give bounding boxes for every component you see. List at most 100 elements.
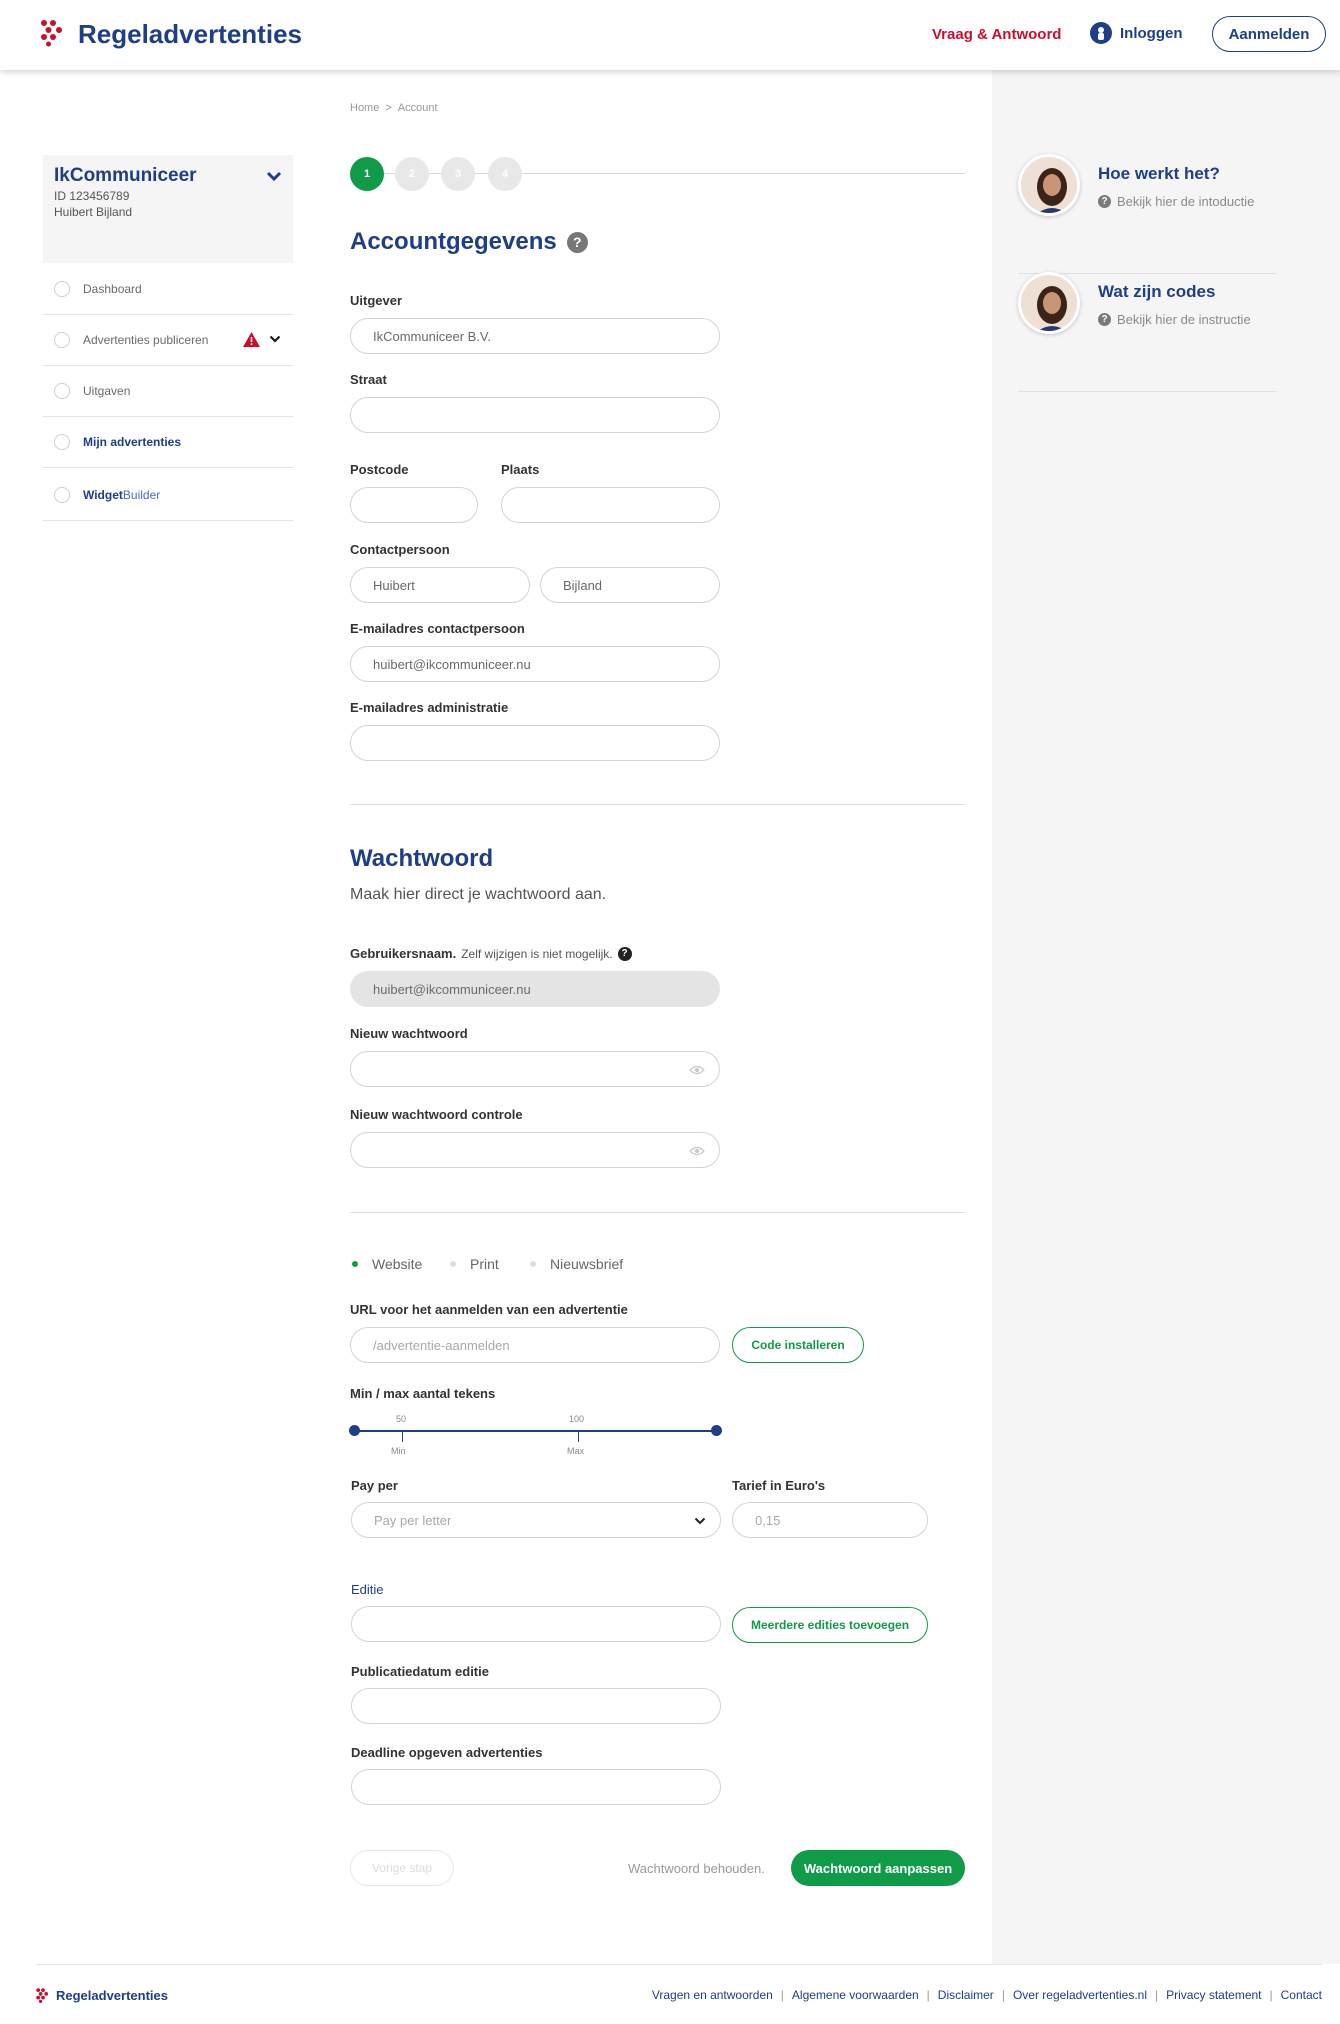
brand-logo[interactable]: Regeladvertenties [40, 18, 310, 50]
add-editions-button[interactable]: Meerdere edities toevoegen [732, 1607, 928, 1643]
rate-input[interactable]: 0,15 [732, 1502, 928, 1538]
slider-end-knob[interactable] [711, 1425, 722, 1436]
channel-option-print[interactable]: Print [448, 1256, 499, 1272]
faq-link[interactable]: Vraag & Antwoord [932, 26, 1061, 43]
help-icon[interactable]: ? [617, 946, 632, 961]
help-card-codes[interactable]: Wat zijn codes ? Bekijk hier de instructi… [1018, 272, 1276, 392]
sidebar-item-expenses[interactable]: Uitgaven [43, 366, 293, 417]
sidebar-item-my-ads[interactable]: Mijn advertenties [43, 417, 293, 468]
new-password-input[interactable] [350, 1051, 720, 1087]
help-card-how[interactable]: Hoe werkt het? ? Bekijk hier de intoducti… [1018, 154, 1276, 274]
brand-name: Regeladvertenties [78, 19, 302, 49]
chevron-down-icon [694, 1517, 706, 1525]
radio-icon [54, 332, 70, 348]
footer-link-privacy[interactable]: Privacy statement [1166, 1988, 1261, 2002]
admin-email-label: E-mailadres administratie [350, 700, 509, 715]
min-value: 50 [396, 1414, 407, 1424]
url-input[interactable]: /advertentie-aanmelden [350, 1327, 720, 1363]
postcode-input[interactable] [350, 487, 478, 523]
slider-start-knob[interactable] [349, 1425, 360, 1436]
pay-per-label: Pay per [351, 1478, 398, 1493]
breadcrumb-separator: > [385, 102, 392, 114]
street-input[interactable] [350, 397, 720, 433]
username-input: huibert@ikcommuniceer.nu [350, 971, 720, 1007]
publisher-label: Uitgever [350, 293, 403, 308]
admin-email-input[interactable] [350, 725, 720, 761]
step-2[interactable]: 2 [395, 157, 429, 191]
help-panel: Hoe werkt het? ? Bekijk hier de intoducti… [992, 70, 1340, 1964]
min-handle[interactable] [402, 1430, 403, 1442]
min-label: Min [391, 1446, 406, 1456]
deadline-input[interactable] [351, 1769, 721, 1805]
radio-icon [54, 487, 70, 503]
radio-selected-icon [350, 1259, 360, 1269]
channel-option-newsletter[interactable]: Nieuwsbrief [528, 1256, 623, 1272]
chars-slider-track[interactable] [354, 1430, 716, 1432]
publisher-input[interactable]: IkCommuniceer B.V. [350, 318, 720, 354]
step-1[interactable]: 1 [350, 157, 384, 191]
footer-link-about[interactable]: Over regeladvertenties.nl [1013, 1988, 1147, 2002]
edition-label: Editie [351, 1582, 384, 1597]
logo-mark-icon [36, 1988, 49, 2003]
city-input[interactable] [501, 487, 720, 523]
contact-lastname-input[interactable]: Bijland [540, 567, 720, 603]
section-divider [350, 1212, 965, 1213]
sidebar-item-label: Mijn advertenties [83, 435, 182, 449]
breadcrumb-home[interactable]: Home [350, 102, 379, 114]
footer-link-disclaimer[interactable]: Disclaimer [938, 1988, 994, 2002]
url-label: URL voor het aanmelden van een advertent… [350, 1302, 628, 1317]
eye-icon[interactable] [689, 1065, 705, 1075]
eye-icon[interactable] [689, 1146, 705, 1156]
max-label: Max [567, 1446, 585, 1456]
help-subtitle: ? Bekijk hier de intoductie [1098, 194, 1254, 209]
pay-per-select[interactable]: Pay per letter [351, 1502, 721, 1538]
change-password-button[interactable]: Wachtwoord aanpassen [791, 1850, 965, 1886]
street-label: Straat [350, 372, 387, 387]
footer-link-terms[interactable]: Algemene voorwaarden [792, 1988, 919, 2002]
step-4[interactable]: 4 [488, 157, 522, 191]
breadcrumb: Home > Account [350, 102, 438, 114]
account-switcher[interactable]: IkCommuniceer ID 123456789 Huibert Bijla… [43, 155, 293, 263]
edition-input[interactable] [351, 1606, 721, 1642]
sidebar-item-label: Uitgaven [83, 384, 131, 398]
max-handle[interactable] [578, 1430, 579, 1442]
channel-option-website[interactable]: Website [350, 1256, 422, 1272]
login-link[interactable]: Inloggen [1090, 22, 1183, 44]
sidebar-item-label: Advertenties publiceren [83, 333, 209, 347]
contact-label: Contactpersoon [350, 542, 450, 557]
question-icon: ? [1098, 313, 1111, 326]
warning-icon [243, 332, 260, 347]
pubdate-input[interactable] [351, 1688, 721, 1724]
footer-link-faq[interactable]: Vragen en antwoorden [652, 1988, 773, 2002]
chevron-down-icon[interactable] [266, 171, 282, 183]
footer-brand[interactable]: Regeladvertenties [36, 1988, 168, 2003]
password-section-subtitle: Maak hier direct je wachtwoord aan. [350, 886, 607, 903]
chars-label: Min / max aantal tekens [350, 1386, 496, 1401]
contact-firstname-input[interactable]: Huibert [350, 567, 530, 603]
signup-button[interactable]: Aanmelden [1212, 16, 1326, 52]
new-password-label: Nieuw wachtwoord [350, 1026, 468, 1041]
account-id: ID 123456789 [54, 189, 130, 203]
install-code-button[interactable]: Code installeren [732, 1327, 864, 1363]
rate-label: Tarief in Euro's [732, 1478, 826, 1493]
footer-link-contact[interactable]: Contact [1281, 1988, 1322, 2002]
city-label: Plaats [501, 462, 540, 477]
sidebar-item-widgetbuilder[interactable]: WidgetBuilder [43, 470, 293, 521]
keep-password-link[interactable]: Wachtwoord behouden. [628, 1861, 765, 1876]
chevron-down-icon[interactable] [269, 335, 281, 344]
sidebar-item-label: WidgetBuilder [83, 488, 161, 502]
sidebar-item-dashboard[interactable]: Dashboard [43, 264, 293, 315]
account-user: Huibert Bijland [54, 205, 133, 219]
radio-icon [54, 434, 70, 450]
prev-step-button[interactable]: Vorige stap [350, 1850, 454, 1886]
help-title: Wat zijn codes [1098, 282, 1216, 301]
help-icon[interactable]: ? [566, 231, 588, 253]
sidebar-item-publish[interactable]: Advertenties publiceren [43, 315, 293, 366]
step-3[interactable]: 3 [441, 157, 475, 191]
breadcrumb-current: Account [397, 102, 438, 114]
help-avatar [1018, 272, 1080, 334]
confirm-password-input[interactable] [350, 1132, 720, 1168]
contact-email-input[interactable]: huibert@ikcommuniceer.nu [350, 646, 720, 682]
section-divider [350, 804, 965, 805]
footer-links: Vragen en antwoorden | Algemene voorwaard… [651, 1988, 1322, 2002]
